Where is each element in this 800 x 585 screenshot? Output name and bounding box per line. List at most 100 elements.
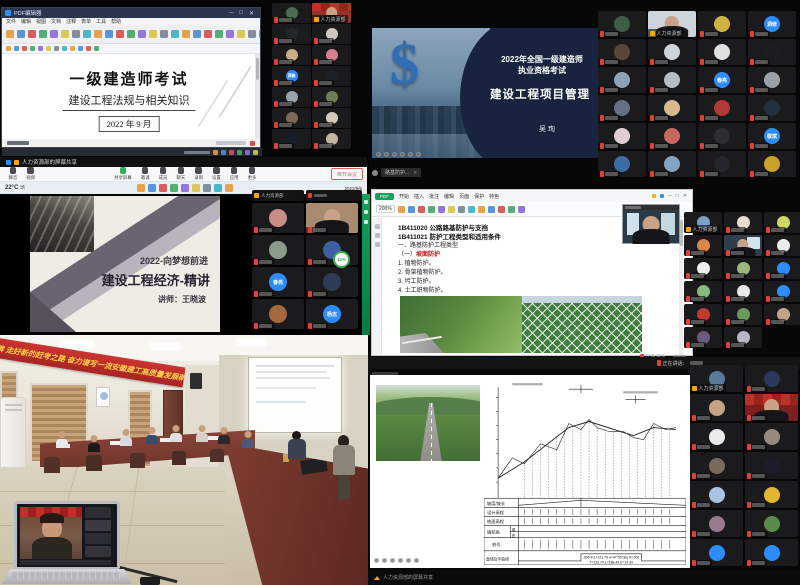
- participant-tile[interactable]: [690, 423, 743, 450]
- toolbar-icon[interactable]: [438, 206, 445, 213]
- toolbar-icon[interactable]: [203, 184, 211, 192]
- participant-video-tile[interactable]: [745, 394, 798, 421]
- toolbar-icon[interactable]: [498, 206, 505, 213]
- toolbar-icon[interactable]: [237, 150, 242, 155]
- toolbar-icon[interactable]: [127, 30, 135, 38]
- participant-tile[interactable]: [690, 481, 743, 508]
- floating-presenter-video[interactable]: [623, 205, 679, 243]
- scrollbar-thumb[interactable]: [256, 58, 259, 80]
- toolbar-icon[interactable]: [259, 30, 260, 38]
- toolbar-icon[interactable]: [30, 46, 35, 51]
- toolbar-icon[interactable]: [418, 206, 425, 213]
- toolbar-icon[interactable]: [193, 30, 201, 38]
- participant-tile[interactable]: [698, 11, 746, 37]
- participant-tile[interactable]: [272, 129, 311, 149]
- toolbar-icon[interactable]: [229, 150, 234, 155]
- participant-tile[interactable]: [648, 151, 696, 177]
- slide-page-dots[interactable]: [376, 152, 421, 157]
- panel-icon[interactable]: [375, 242, 380, 247]
- participant-tile[interactable]: [690, 510, 743, 537]
- participant-video-tile[interactable]: [306, 203, 358, 233]
- toolbar-button[interactable]: 应用: [230, 167, 239, 181]
- toolbar-icon[interactable]: [28, 30, 36, 38]
- participant-tile[interactable]: [312, 108, 351, 128]
- participant-tile[interactable]: [724, 281, 762, 302]
- menu-item[interactable]: 编辑: [21, 18, 31, 25]
- toolbar-icon[interactable]: [148, 184, 156, 192]
- toolbar-icon[interactable]: [86, 46, 91, 51]
- tab-close-icon[interactable]: ✕: [413, 170, 417, 176]
- participant-tile[interactable]: [598, 11, 646, 37]
- toolbar-icon[interactable]: [215, 30, 223, 38]
- participant-tile[interactable]: [598, 151, 646, 177]
- participant-video-tile[interactable]: 人力资源部: [648, 11, 696, 37]
- participant-tile[interactable]: [312, 87, 351, 107]
- participant-tile[interactable]: [272, 3, 311, 23]
- toolbar-icon[interactable]: [253, 150, 258, 155]
- toolbar-icon[interactable]: [160, 30, 168, 38]
- annotation-toolbar[interactable]: [374, 558, 419, 563]
- participant-tile[interactable]: [690, 394, 743, 421]
- wps-tab[interactable]: 保护: [474, 193, 484, 200]
- participant-video-tile[interactable]: [724, 235, 762, 256]
- page-controls-blur[interactable]: [7, 141, 29, 145]
- participant-tile[interactable]: [272, 87, 311, 107]
- toolbar-icon[interactable]: [159, 184, 167, 192]
- participant-tile[interactable]: [272, 108, 311, 128]
- toolbar-icon[interactable]: [488, 206, 495, 213]
- wps-tab[interactable]: 编辑: [444, 193, 454, 200]
- document-tab[interactable]: 路基防护... ✕: [381, 168, 421, 177]
- participant-tile[interactable]: 人力资源部: [684, 212, 722, 233]
- participant-tile[interactable]: 洞修: [748, 11, 796, 37]
- participant-tile[interactable]: [306, 267, 358, 297]
- toolbar-icon[interactable]: [398, 206, 405, 213]
- participant-tile[interactable]: [684, 327, 722, 348]
- participant-tile[interactable]: 春亮: [252, 267, 304, 297]
- panel-icon[interactable]: [375, 233, 380, 238]
- participant-tile[interactable]: [764, 235, 800, 256]
- wps-maximize-icon[interactable]: □: [676, 193, 679, 199]
- toolbar-icon[interactable]: [468, 206, 475, 213]
- wps-tab[interactable]: 批注: [429, 193, 439, 200]
- participant-tile[interactable]: [745, 452, 798, 479]
- participant-tile[interactable]: [598, 123, 646, 149]
- toolbar-icon[interactable]: [50, 30, 58, 38]
- participant-tile[interactable]: [724, 327, 762, 348]
- toolbar-icon[interactable]: [137, 184, 145, 192]
- wps-tab[interactable]: 特色: [489, 193, 499, 200]
- participant-tile[interactable]: [312, 66, 351, 86]
- toolbar-icon[interactable]: [204, 30, 212, 38]
- participant-tile[interactable]: [748, 95, 796, 121]
- toolbar-icon[interactable]: [181, 184, 189, 192]
- participant-tile[interactable]: 洞修: [272, 66, 311, 86]
- participant-label-tile[interactable]: [306, 190, 362, 201]
- toolbar-icon[interactable]: [149, 30, 157, 38]
- participant-tile[interactable]: [698, 39, 746, 65]
- participant-tile[interactable]: [684, 281, 722, 302]
- toolbar-icon[interactable]: [39, 30, 47, 38]
- toolbar-button[interactable]: 共享屏幕: [114, 167, 132, 181]
- participant-tile[interactable]: [306, 235, 358, 265]
- participant-tile[interactable]: 敬斌: [748, 123, 796, 149]
- wps-tab[interactable]: 开始: [399, 193, 409, 200]
- participant-tile[interactable]: [690, 539, 743, 566]
- participant-tile[interactable]: [724, 304, 762, 325]
- participant-tile[interactable]: [648, 123, 696, 149]
- weather-text[interactable]: 晴: [20, 185, 25, 191]
- toolbar-icon[interactable]: [226, 30, 234, 38]
- toolbar-icon[interactable]: [116, 30, 124, 38]
- wps-tab[interactable]: 插入: [414, 193, 424, 200]
- toolbar-icon[interactable]: [508, 206, 515, 213]
- participant-tile[interactable]: [272, 24, 311, 44]
- wps-tab[interactable]: 页面: [459, 193, 469, 200]
- participant-tile[interactable]: 春亮: [698, 67, 746, 93]
- participant-tile[interactable]: [598, 67, 646, 93]
- toolbar-icon[interactable]: [192, 184, 200, 192]
- menu-item[interactable]: 文档: [51, 18, 61, 25]
- toolbar-icon[interactable]: [237, 30, 245, 38]
- toolbar-button[interactable]: 设置: [212, 167, 221, 181]
- toolbar-button[interactable]: 聊天: [176, 167, 185, 181]
- toolbar-icon[interactable]: [72, 30, 80, 38]
- participant-tile[interactable]: [684, 258, 722, 279]
- participant-tile[interactable]: [252, 235, 304, 265]
